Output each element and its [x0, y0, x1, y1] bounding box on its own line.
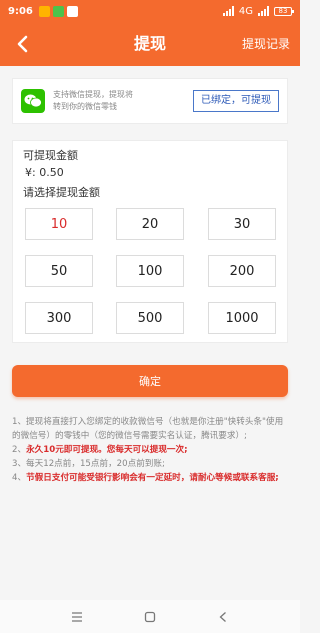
amount-option[interactable]: 1000: [208, 302, 276, 334]
battery-level: 83: [278, 6, 288, 15]
note-3: 3、每天12点前，15点前，20点前到账;: [12, 459, 165, 469]
amount-option[interactable]: 50: [25, 255, 93, 287]
home-square-icon: [144, 611, 156, 622]
back-button[interactable]: [10, 30, 34, 58]
withdraw-notes: 1、提现将直接打入您绑定的收款微信号（也就是你注册"快转头条"使用的微信号）的零…: [12, 415, 290, 485]
status-time: 9:06: [8, 5, 33, 17]
amount-option[interactable]: 20: [116, 208, 184, 240]
system-back-button[interactable]: [208, 605, 238, 629]
menu-button[interactable]: [62, 605, 92, 629]
amount-option[interactable]: 300: [25, 302, 93, 334]
home-button[interactable]: [135, 605, 165, 629]
bound-status-button[interactable]: 已绑定，可提现: [193, 90, 279, 112]
amount-panel: 可提现金额 ¥: 0.50 请选择提现金额 10 20 30 50 100 20…: [12, 140, 288, 343]
wechat-description: 支持微信提现，提现将 转到你的微信零钱: [53, 90, 133, 111]
note-2: 2、永久10元即可提现。您每天可以提现一次;: [12, 445, 188, 455]
amount-option[interactable]: 10: [25, 208, 93, 240]
app-header: 提现 提现记录: [0, 22, 300, 66]
system-nav-bar: [0, 600, 300, 633]
cell-signal-icon: [258, 6, 269, 16]
amount-option[interactable]: 500: [116, 302, 184, 334]
amount-option[interactable]: 30: [208, 208, 276, 240]
notification-app-icon: [66, 5, 78, 17]
network-label: 4G: [238, 5, 253, 17]
battery-icon: 83: [274, 6, 294, 16]
confirm-button[interactable]: 确定: [12, 365, 288, 397]
status-indicators: 4G 83: [222, 5, 294, 17]
notification-app-icon: [38, 5, 50, 17]
wechat-icon: [21, 89, 45, 113]
back-triangle-icon: [219, 611, 227, 622]
amount-option[interactable]: 200: [208, 255, 276, 287]
note-1: 1、提现将直接打入您绑定的收款微信号（也就是你注册"快转头条"使用的微信号）的零…: [12, 417, 284, 441]
wifi-signal-icon: [222, 6, 234, 16]
balance-value: ¥: 0.50: [25, 166, 64, 179]
amount-option[interactable]: 100: [116, 255, 184, 287]
withdraw-record-link[interactable]: 提现记录: [242, 22, 290, 66]
menu-icon: [71, 611, 82, 622]
notification-app-icon: [52, 5, 64, 17]
note-4: 4、节假日支付可能受银行影响会有一定延时，请耐心等候或联系客服;: [12, 473, 279, 483]
chevron-left-icon: [17, 35, 28, 53]
choose-amount-label: 请选择提现金额: [23, 186, 100, 199]
withdrawable-label: 可提现金额: [23, 149, 78, 162]
status-bar: 9:06 4G 83: [0, 0, 300, 22]
wechat-bind-card: 支持微信提现，提现将 转到你的微信零钱 已绑定，可提现: [12, 78, 288, 124]
